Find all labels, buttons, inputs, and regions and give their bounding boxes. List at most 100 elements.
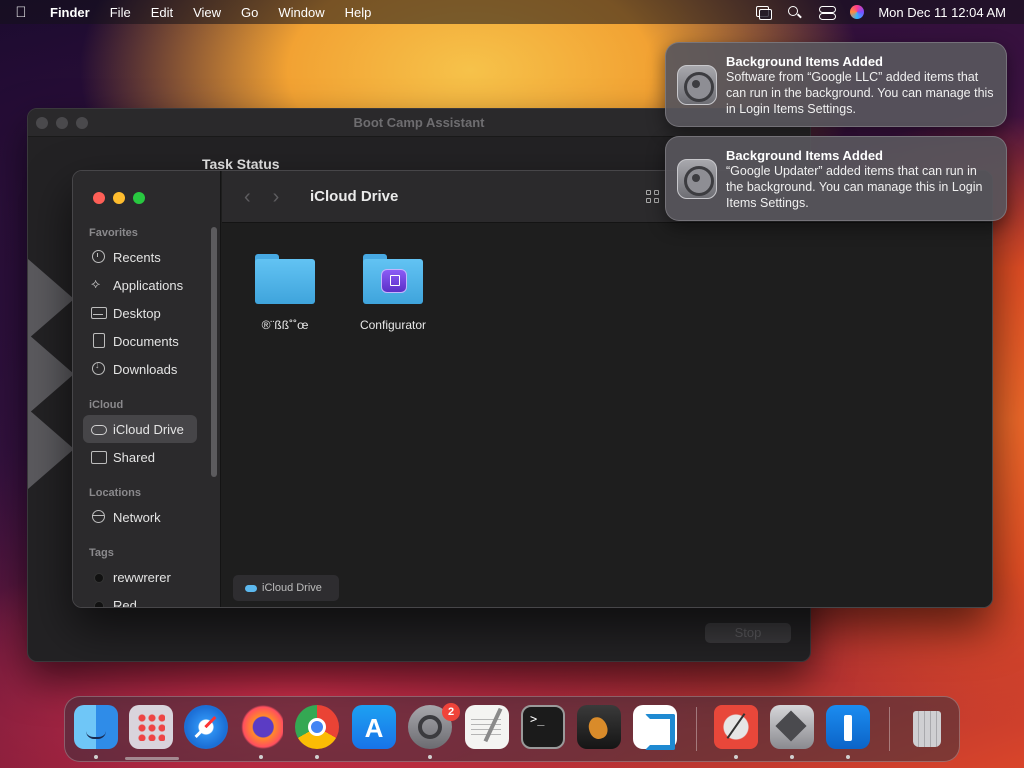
menu-window[interactable]: Window <box>268 5 334 20</box>
menu-clock[interactable]: Mon Dec 11 12:04 AM <box>878 5 1006 20</box>
dock-instruments-icon[interactable] <box>714 705 758 749</box>
cloud-icon <box>245 584 257 592</box>
sidebar-item-label: Desktop <box>113 305 161 321</box>
dock-textedit-icon[interactable] <box>465 705 509 749</box>
bootcamp-logo-art <box>28 259 76 499</box>
sidebar-item-label: iCloud Drive <box>113 421 184 437</box>
dock-firefox-icon[interactable] <box>239 705 283 749</box>
dock-chrome-icon[interactable] <box>295 705 339 749</box>
dock: 2 <box>64 696 960 762</box>
menu-bar:  Finder File Edit View Go Window Help M… <box>0 0 1024 24</box>
path-bar[interactable]: iCloud Drive <box>233 575 339 601</box>
dock-garageband-icon[interactable] <box>577 705 621 749</box>
siri-icon[interactable] <box>850 5 865 19</box>
notification-banner[interactable]: Background Items Added Software from “Go… <box>665 42 1007 127</box>
folder-name: Configurator <box>359 318 427 332</box>
finder-minimize-button[interactable] <box>113 192 125 204</box>
running-indicator <box>94 755 98 759</box>
sidebar-tag-red[interactable]: Red <box>83 591 197 608</box>
dock-app-store-icon[interactable] <box>352 705 396 749</box>
cloud-icon <box>91 422 107 436</box>
sidebar-item-label: Applications <box>113 277 184 293</box>
finder-close-button[interactable] <box>93 192 105 204</box>
dock-vscode-icon[interactable] <box>633 705 677 750</box>
sidebar-section-favorites: Favorites <box>89 227 138 239</box>
sidebar-item-applications[interactable]: Applications <box>83 271 197 299</box>
sidebar-item-downloads[interactable]: Downloads <box>83 355 197 383</box>
applications-icon <box>91 275 107 292</box>
menu-go[interactable]: Go <box>231 5 268 20</box>
finder-sidebar: Favorites Recents Applications Desktop D… <box>73 171 221 607</box>
dock-keynote-icon[interactable] <box>826 705 870 749</box>
finder-window: Favorites Recents Applications Desktop D… <box>72 170 993 608</box>
dock-bootcamp-icon[interactable] <box>770 705 814 749</box>
sidebar-tag-rewwrerer[interactable]: rewwrerer <box>83 563 197 591</box>
notification-banner[interactable]: Background Items Added “Google Updater” … <box>665 136 1007 221</box>
sidebar-section-tags: Tags <box>89 547 114 559</box>
system-settings-gear-icon <box>677 159 717 199</box>
sidebar-scrollbar[interactable] <box>211 227 217 477</box>
menu-app-name[interactable]: Finder <box>42 5 100 20</box>
sidebar-item-desktop[interactable]: Desktop <box>83 299 197 327</box>
configurator-folder-icon <box>363 254 423 304</box>
folder-item[interactable]: Configurator <box>348 254 438 332</box>
running-indicator <box>428 755 432 759</box>
sidebar-item-documents[interactable]: Documents <box>83 327 197 355</box>
file-browser-area[interactable]: ®¨ßß˚˚œ Configurator <box>222 224 992 607</box>
globe-icon <box>91 510 107 524</box>
dock-launchpad-icon[interactable] <box>129 705 173 749</box>
shared-folder-icon <box>91 450 107 464</box>
clock-icon <box>91 250 107 264</box>
dock-trash-icon[interactable] <box>905 705 949 749</box>
sidebar-item-shared[interactable]: Shared <box>83 443 197 471</box>
spotlight-search-icon[interactable] <box>786 5 804 19</box>
running-indicator <box>734 755 738 759</box>
sidebar-item-label: Shared <box>113 449 155 465</box>
running-indicator <box>790 755 794 759</box>
path-bar-label: iCloud Drive <box>262 582 322 594</box>
sidebar-item-label: rewwrerer <box>113 569 171 585</box>
sidebar-item-recents[interactable]: Recents <box>83 243 197 271</box>
control-center-icon[interactable] <box>818 5 837 20</box>
menu-edit[interactable]: Edit <box>141 5 183 20</box>
menu-view[interactable]: View <box>183 5 231 20</box>
notification-title: Background Items Added <box>726 148 883 163</box>
folder-icon <box>255 254 315 304</box>
menu-help[interactable]: Help <box>335 5 382 20</box>
desktop-icon <box>91 306 107 320</box>
folder-item[interactable]: ®¨ßß˚˚œ <box>240 254 330 332</box>
window-title: iCloud Drive <box>310 188 399 205</box>
sidebar-item-label: Red <box>113 597 137 608</box>
dock-terminal-icon[interactable] <box>521 705 565 749</box>
notification-title: Background Items Added <box>726 54 883 69</box>
sidebar-section-locations: Locations <box>89 487 141 499</box>
running-indicator <box>315 755 319 759</box>
stop-button[interactable]: Stop <box>705 623 791 643</box>
document-icon <box>91 333 107 348</box>
forward-chevron-icon[interactable]: › <box>273 186 280 209</box>
sidebar-item-label: Downloads <box>113 361 178 377</box>
sidebar-item-label: Network <box>113 509 161 525</box>
system-settings-gear-icon <box>677 65 717 105</box>
dock-separator <box>889 707 890 751</box>
apple-menu-icon[interactable]:  <box>0 4 42 21</box>
screen-mirroring-icon[interactable] <box>754 5 773 20</box>
dock-finder-icon[interactable] <box>74 705 118 749</box>
tag-dot-icon <box>91 598 107 607</box>
dock-safari-icon[interactable] <box>184 705 228 749</box>
sidebar-item-icloud-drive[interactable]: iCloud Drive <box>83 415 197 443</box>
sidebar-item-network[interactable]: Network <box>83 503 197 531</box>
notification-badge: 2 <box>442 703 460 721</box>
running-indicator <box>846 755 850 759</box>
notification-body: Software from “Google LLC” added items t… <box>726 70 994 116</box>
running-indicator <box>259 755 263 759</box>
back-chevron-icon[interactable]: ‹ <box>244 186 251 209</box>
menu-file[interactable]: File <box>100 5 141 20</box>
dock-scroll-indicator <box>125 757 179 760</box>
menu-status-area: Mon Dec 11 12:04 AM <box>754 5 1024 20</box>
icon-view-icon[interactable] <box>646 190 660 204</box>
sidebar-item-label: Recents <box>113 249 161 265</box>
tag-dot-icon <box>91 570 107 584</box>
notification-body: “Google Updater” added items that can ru… <box>726 164 983 210</box>
finder-zoom-button[interactable] <box>133 192 145 204</box>
